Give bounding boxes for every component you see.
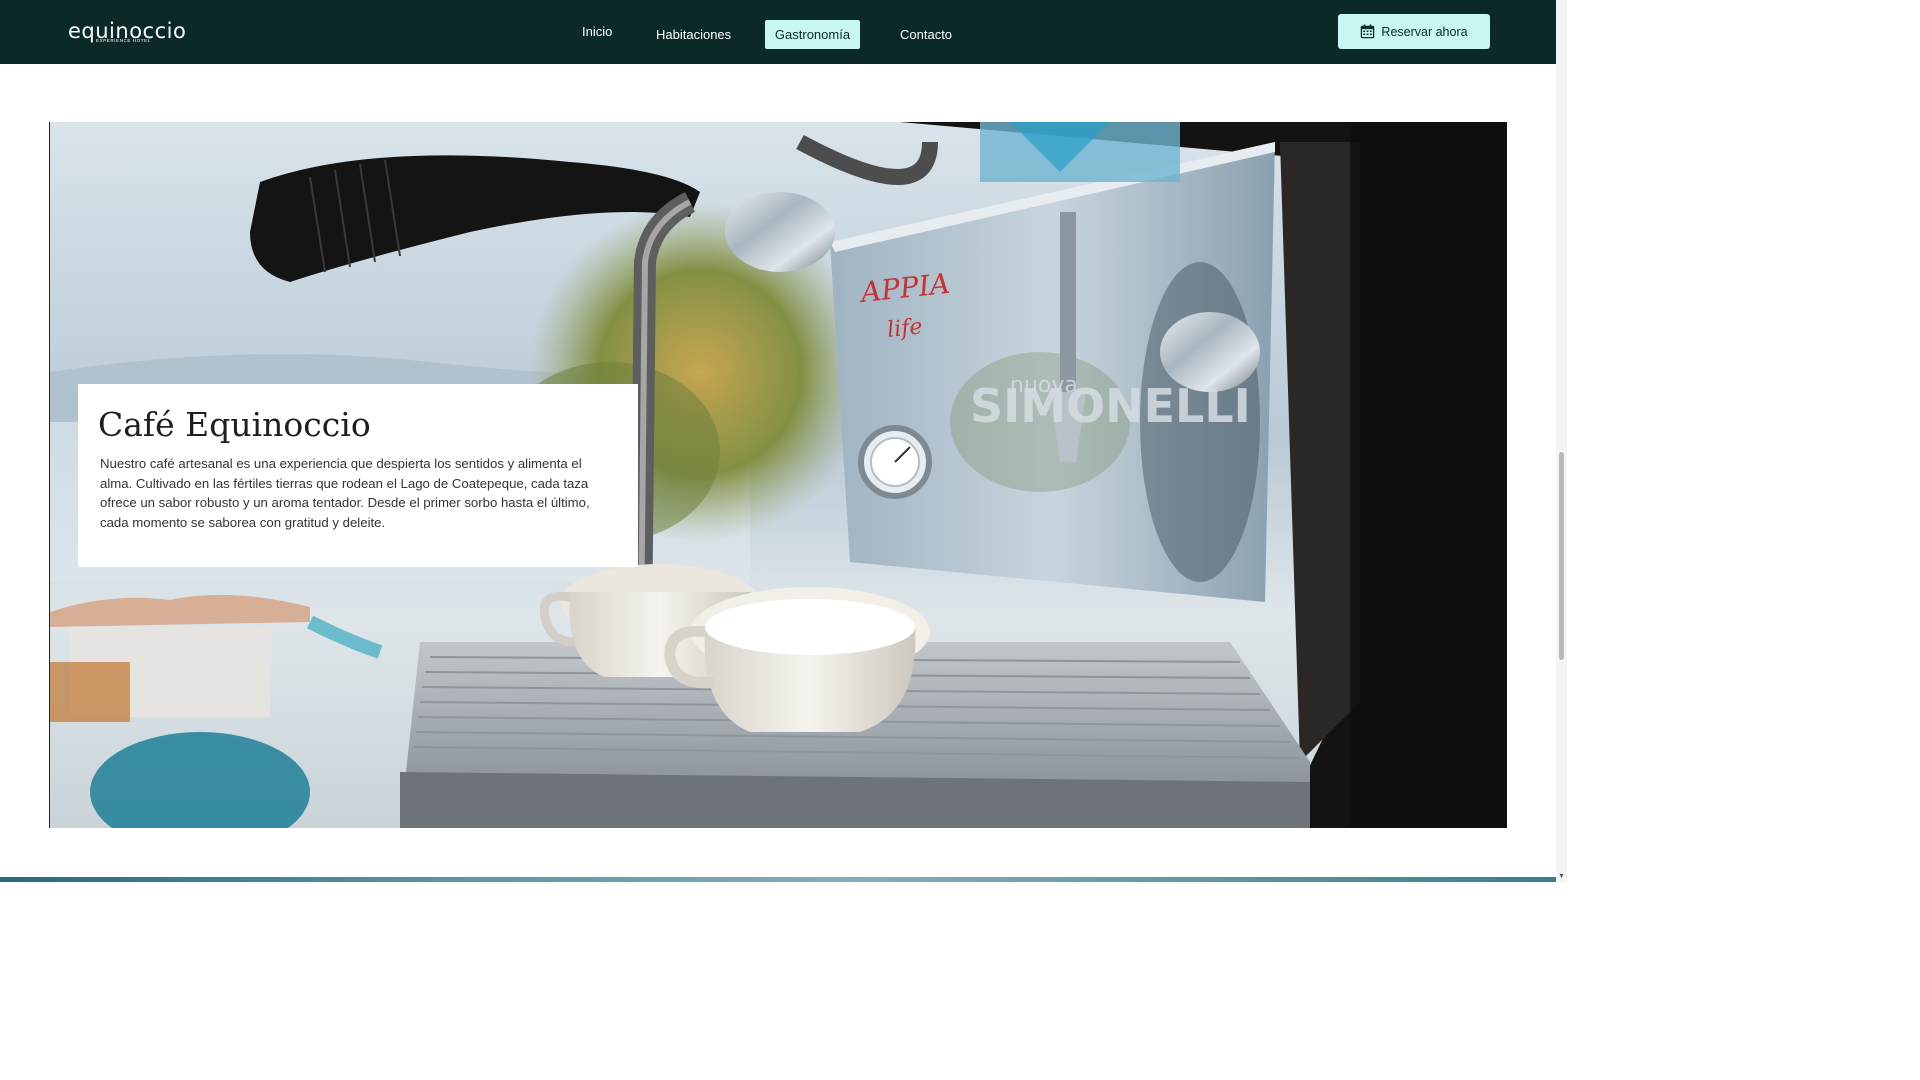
cafe-info-card: Café Equinoccio Nuestro café artesanal e… [78, 384, 638, 567]
nav-item-contacto[interactable]: Contacto [900, 25, 952, 45]
nav-item-habitaciones[interactable]: Habitaciones [656, 25, 731, 45]
logo-tagline: EXPERIENCE HOTEL [96, 38, 151, 43]
reserve-now-button[interactable]: Reservar ahora [1338, 14, 1490, 49]
scroll-down-icon[interactable]: ▾ [1557, 871, 1566, 880]
svg-text:life: life [886, 314, 924, 343]
svg-text:nuova: nuova [1010, 373, 1078, 398]
nav-item-gastronomia[interactable]: Gastronomía [765, 20, 860, 49]
top-navigation-bar: equinoccio EXPERIENCE HOTEL Inicio Habit… [0, 0, 1556, 64]
reserve-now-label: Reservar ahora [1381, 24, 1468, 39]
hotel-logo[interactable]: equinoccio EXPERIENCE HOTEL [68, 14, 186, 48]
cafe-description: Nuestro café artesanal es una experienci… [100, 456, 590, 530]
page-scrollbar-thumb[interactable] [1559, 452, 1564, 660]
next-section-image [0, 877, 1556, 882]
calendar-icon [1361, 24, 1375, 39]
cafe-title: Café Equinoccio [98, 405, 371, 444]
page-scrollbar-track[interactable] [1556, 0, 1567, 882]
nav-item-inicio[interactable]: Inicio [582, 22, 612, 42]
